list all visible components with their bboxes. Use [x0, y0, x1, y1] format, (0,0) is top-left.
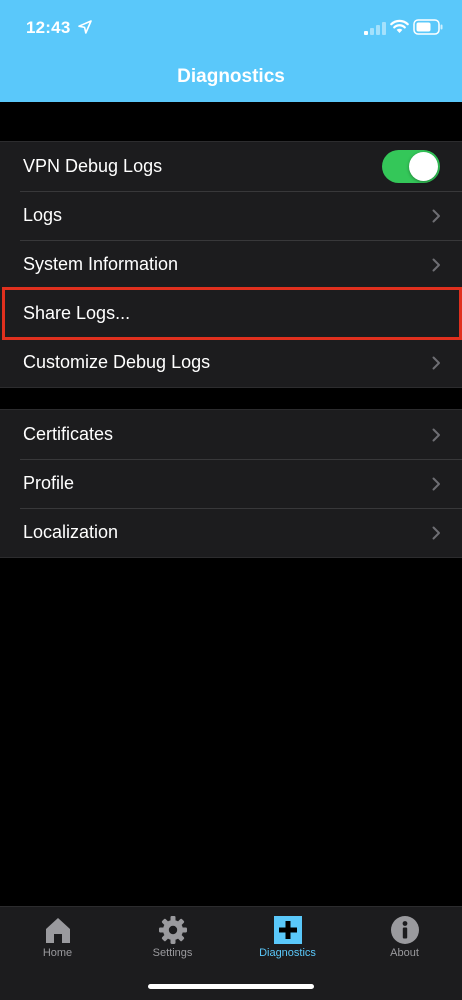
- chevron-right-icon: [432, 258, 440, 272]
- row-label: Share Logs...: [23, 303, 131, 323]
- tab-label: About: [390, 947, 419, 959]
- chevron-right-icon: [432, 526, 440, 540]
- location-arrow-icon: [78, 20, 92, 34]
- chevron-right-icon: [432, 477, 440, 491]
- tab-label: Diagnostics: [259, 947, 316, 959]
- row-label: VPN Debug Logs: [23, 156, 163, 176]
- chevron-right-icon: [432, 209, 440, 223]
- row-customize-debug-logs[interactable]: Customize Debug Logs: [0, 338, 462, 387]
- tab-settings[interactable]: Settings: [115, 907, 230, 977]
- row-label: Customize Debug Logs: [23, 352, 211, 372]
- row-label: System Information: [23, 254, 179, 274]
- wifi-icon: [390, 19, 409, 33]
- page-title: Diagnostics: [177, 66, 285, 87]
- info-icon: [390, 916, 419, 944]
- vpn-debug-logs-toggle[interactable]: [382, 150, 440, 183]
- plus-icon: [273, 916, 302, 944]
- tab-home[interactable]: Home: [0, 907, 115, 977]
- tab-label: Settings: [152, 947, 193, 959]
- row-certificates[interactable]: Certificates: [0, 410, 462, 459]
- row-localization[interactable]: Localization: [0, 508, 462, 557]
- home-indicator: [148, 984, 314, 989]
- row-logs[interactable]: Logs: [0, 191, 462, 240]
- gear-icon: [158, 916, 187, 944]
- battery-icon: [413, 19, 443, 35]
- row-label: Logs: [23, 205, 63, 225]
- row-label: Localization: [23, 522, 119, 542]
- tab-label: Home: [42, 947, 73, 959]
- chevron-right-icon: [432, 356, 440, 370]
- row-label: Certificates: [23, 424, 114, 444]
- row-share-logs[interactable]: Share Logs...: [0, 289, 462, 338]
- home-icon: [45, 918, 70, 943]
- row-vpn-debug-logs: VPN Debug Logs: [0, 142, 462, 191]
- tab-diagnostics[interactable]: Diagnostics: [230, 907, 345, 977]
- tab-about[interactable]: About: [347, 907, 462, 977]
- signal-icon: [364, 22, 386, 35]
- config-group: Certificates Profile Localization: [0, 409, 462, 558]
- row-label: Profile: [23, 473, 75, 493]
- diagnostics-group: VPN Debug Logs Logs System Information S…: [0, 141, 462, 388]
- status-time: 12:43: [26, 18, 71, 37]
- chevron-right-icon: [432, 428, 440, 442]
- header: 12:43 Diagnostics: [0, 0, 462, 102]
- toggle-knob: [409, 152, 438, 181]
- row-profile[interactable]: Profile: [0, 459, 462, 508]
- row-system-information[interactable]: System Information: [0, 240, 462, 289]
